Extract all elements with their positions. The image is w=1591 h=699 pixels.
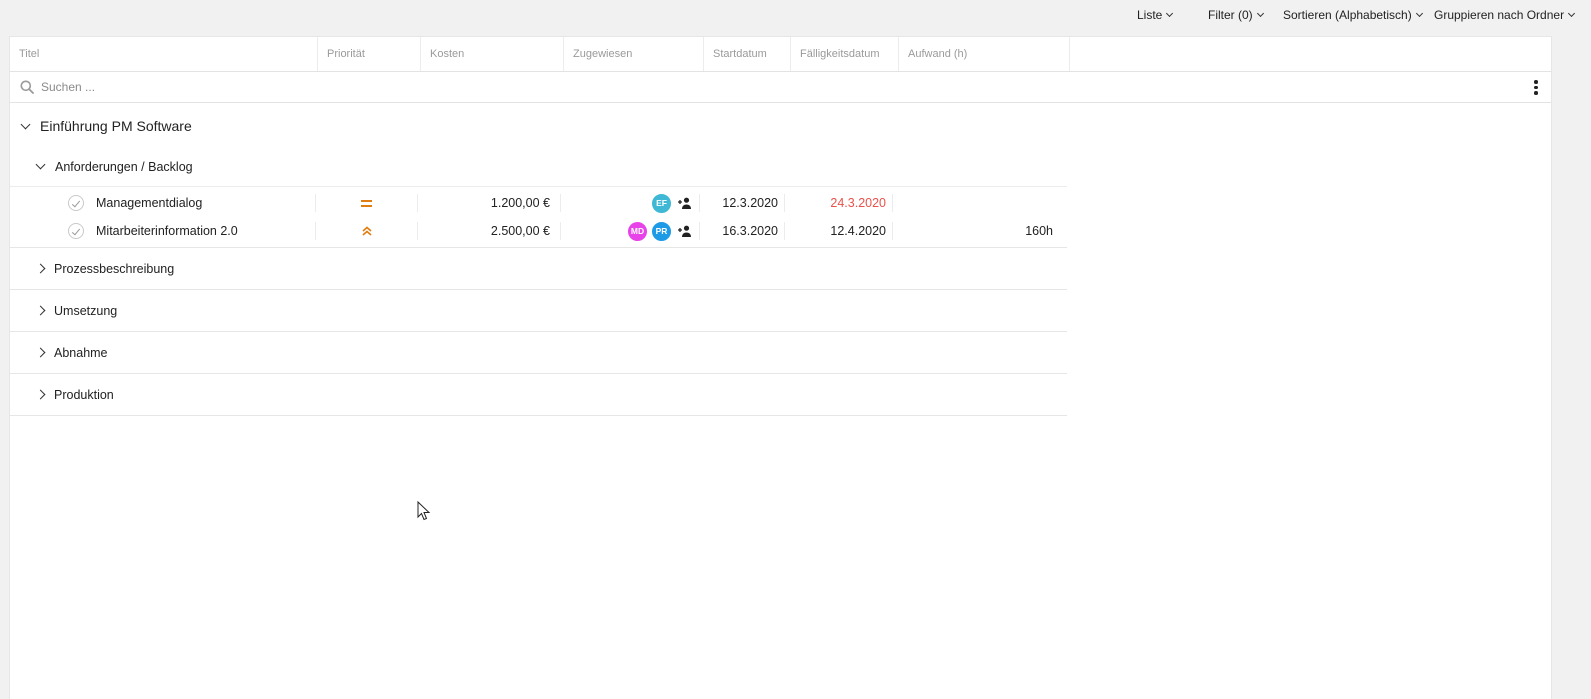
folder-anforderungen[interactable]: Anforderungen / Backlog bbox=[10, 147, 1067, 187]
filter-dropdown[interactable]: Filter (0) bbox=[1208, 8, 1264, 22]
add-user-icon[interactable] bbox=[675, 196, 693, 210]
task-list: Managementdialog 1.200,00 € EF 12.3.2020… bbox=[10, 187, 1067, 248]
group-dropdown[interactable]: Gruppieren nach Ordner bbox=[1434, 8, 1576, 22]
column-header-title[interactable]: Titel bbox=[10, 37, 318, 71]
start-date-cell[interactable]: 16.3.2020 bbox=[700, 222, 785, 240]
column-header-priority[interactable]: Priorität bbox=[318, 37, 421, 71]
search-input[interactable] bbox=[41, 80, 441, 94]
filter-label: Filter (0) bbox=[1208, 8, 1253, 22]
cost-cell[interactable]: 2.500,00 € bbox=[418, 222, 561, 240]
complete-checkbox[interactable] bbox=[68, 195, 84, 211]
chevron-right-icon bbox=[35, 347, 46, 358]
avatar[interactable]: EF bbox=[651, 192, 672, 214]
sort-label: Sortieren (Alphabetisch) bbox=[1283, 8, 1412, 22]
folder-name: Umsetzung bbox=[54, 303, 118, 318]
folder-name: Prozessbeschreibung bbox=[54, 261, 175, 276]
table-row[interactable]: Mitarbeiterinformation 2.0 2.500,00 € MD… bbox=[10, 217, 1067, 245]
view-dropdown[interactable]: Liste bbox=[1137, 8, 1174, 22]
folder-abnahme[interactable]: Abnahme bbox=[10, 332, 1067, 374]
chevron-down-icon bbox=[1166, 9, 1174, 18]
chevron-down-icon bbox=[20, 119, 31, 129]
chevron-down-icon bbox=[35, 159, 46, 170]
more-options-icon[interactable] bbox=[1534, 80, 1538, 95]
folder-produktion[interactable]: Produktion bbox=[10, 374, 1067, 416]
complete-checkbox[interactable] bbox=[68, 223, 84, 239]
chevron-right-icon bbox=[35, 305, 46, 316]
assignees-cell[interactable]: MD PR bbox=[561, 220, 700, 242]
column-header-effort[interactable]: Aufwand (h) bbox=[899, 37, 1070, 71]
folder-name: Produktion bbox=[54, 387, 114, 402]
folder-prozessbeschreibung[interactable]: Prozessbeschreibung bbox=[10, 248, 1067, 290]
add-user-icon[interactable] bbox=[675, 224, 693, 238]
chevron-down-icon bbox=[1568, 9, 1576, 18]
chevron-down-icon bbox=[1415, 9, 1423, 18]
task-title[interactable]: Mitarbeiterinformation 2.0 bbox=[96, 224, 238, 238]
priority-cell[interactable] bbox=[316, 194, 418, 212]
column-header-due[interactable]: Fälligkeitsdatum bbox=[791, 37, 899, 71]
priority-medium-icon bbox=[361, 199, 372, 207]
effort-cell[interactable] bbox=[893, 194, 1063, 212]
search-icon bbox=[20, 80, 34, 94]
effort-cell[interactable]: 160h bbox=[893, 222, 1063, 240]
avatar[interactable]: MD bbox=[627, 220, 648, 242]
project-name: Einführung PM Software bbox=[40, 118, 192, 134]
column-header-cost[interactable]: Kosten bbox=[421, 37, 564, 71]
chevron-right-icon bbox=[35, 263, 46, 274]
project-header[interactable]: Einführung PM Software bbox=[10, 103, 1551, 149]
start-date-cell[interactable]: 12.3.2020 bbox=[700, 194, 785, 212]
chevron-down-icon bbox=[1256, 9, 1264, 18]
sort-dropdown[interactable]: Sortieren (Alphabetisch) bbox=[1283, 8, 1423, 22]
due-date-cell[interactable]: 24.3.2020 bbox=[785, 194, 893, 212]
assignees-cell[interactable]: EF bbox=[561, 192, 700, 214]
avatar[interactable]: PR bbox=[651, 220, 672, 242]
table-row[interactable]: Managementdialog 1.200,00 € EF 12.3.2020… bbox=[10, 189, 1067, 217]
folder-name: Abnahme bbox=[54, 345, 108, 360]
folder-name: Anforderungen / Backlog bbox=[55, 159, 193, 174]
priority-high-icon bbox=[361, 226, 372, 236]
mouse-cursor-icon bbox=[417, 501, 431, 521]
column-header-start[interactable]: Startdatum bbox=[704, 37, 791, 71]
task-title[interactable]: Managementdialog bbox=[96, 196, 202, 210]
column-header-row: Titel Priorität Kosten Zugewiesen Startd… bbox=[10, 37, 1551, 72]
search-bar bbox=[10, 72, 1551, 103]
view-label: Liste bbox=[1137, 8, 1163, 22]
chevron-right-icon bbox=[35, 389, 46, 400]
priority-cell[interactable] bbox=[316, 222, 418, 240]
folder-umsetzung[interactable]: Umsetzung bbox=[10, 290, 1067, 332]
column-header-assigned[interactable]: Zugewiesen bbox=[564, 37, 704, 71]
due-date-cell[interactable]: 12.4.2020 bbox=[785, 222, 893, 240]
task-list-panel: Titel Priorität Kosten Zugewiesen Startd… bbox=[9, 36, 1552, 699]
group-label: Gruppieren nach Ordner bbox=[1434, 8, 1565, 22]
cost-cell[interactable]: 1.200,00 € bbox=[418, 194, 561, 212]
